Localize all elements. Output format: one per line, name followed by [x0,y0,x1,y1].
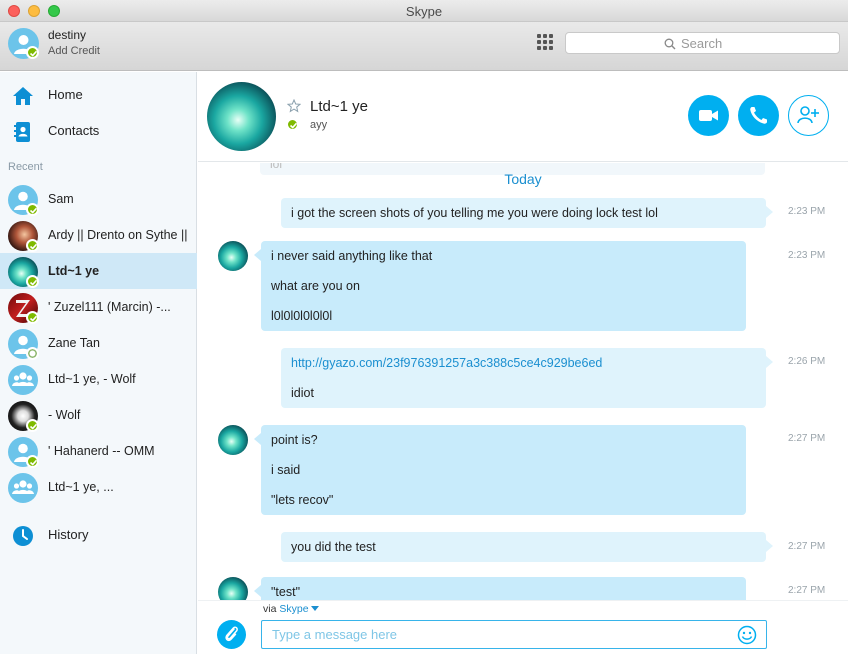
dialpad-icon[interactable] [537,34,553,50]
online-status-icon [26,239,39,252]
contact-name: Ardy || Drento on Sythe || [48,228,188,242]
sender-avatar[interactable] [218,425,248,455]
sidebar-item-label: Home [48,87,83,102]
attach-file-button[interactable] [217,620,246,649]
contacts-book-icon [14,122,30,142]
group-avatar [8,365,38,395]
contact-name: Ltd~1 ye, ... [48,480,114,494]
recent-group[interactable]: Ltd~1 ye, ... [0,469,197,505]
profile-header: destiny Add Credit Search [0,22,848,71]
message-timestamp: 2:27 PM [788,585,826,596]
contact-name: Zane Tan [48,336,100,350]
video-call-button[interactable] [688,95,729,136]
window-title: Skype [405,4,443,19]
message-text: point is? [271,433,318,447]
contact-name: ' Zuzel111 (Marcin) -... [48,300,171,314]
online-status-icon [26,203,39,216]
online-status-icon [26,311,39,324]
contact-name: - Wolf [48,408,81,422]
emoticon-icon[interactable] [737,625,757,645]
outgoing-message[interactable]: http://gyazo.com/23f976391257a3c388c5ce4… [281,348,773,408]
conversation-title: Ltd~1 ye [310,98,368,115]
sidebar-item-label: Contacts [48,123,100,138]
group-icon [12,480,34,494]
group-avatar [8,473,38,503]
recent-contact[interactable]: ' Hahanerd -- OMM [0,433,197,469]
recent-contact[interactable]: Sam [0,181,197,217]
group-icon [12,372,34,386]
add-person-icon [797,106,819,124]
sidebar: Home Contacts Recent Sam Ardy || Drento … [0,72,197,654]
message-timestamp: 2:26 PM [788,356,826,367]
incoming-message[interactable]: "test" [254,577,746,600]
message-timestamp: 2:23 PM [788,206,826,217]
search-field[interactable]: Search [565,32,840,54]
message-timestamp: 2:27 PM [788,541,826,552]
my-presence-icon [26,46,39,59]
message-text: what are you on [271,279,360,293]
contact-name: ' Hahanerd -- OMM [48,444,155,458]
message-text: "test" [271,585,301,599]
online-status-icon [286,118,299,131]
online-status-icon [26,455,39,468]
message-text: "lets recov" [271,493,334,507]
audio-call-button[interactable] [738,95,779,136]
sidebar-item-history[interactable]: History [0,517,197,553]
date-divider: Today [504,171,542,187]
message-text: idiot [291,386,314,400]
search-icon [664,38,676,49]
contact-name: Ltd~1 ye [48,264,100,278]
via-prefix: via [263,603,277,615]
message-timestamp: 2:23 PM [788,250,826,261]
chevron-down-icon[interactable] [311,606,320,612]
sender-avatar[interactable] [218,241,248,271]
via-service[interactable]: Skype [279,603,308,615]
message-text: i said [271,463,301,477]
video-camera-icon [699,110,718,121]
online-status-icon [26,275,39,288]
clock-icon [13,526,33,546]
sender-avatar[interactable] [218,577,248,600]
search-placeholder: Search [681,36,723,51]
incoming-message[interactable]: point is? i said "lets recov" [254,425,746,515]
title-bar: Skype [0,0,848,22]
message-text: i got the screen shots of you telling me… [291,206,658,220]
home-icon [13,87,33,105]
conversation-header: Ltd~1 ye ayy [198,72,848,162]
recent-contact[interactable]: - Wolf [0,397,197,433]
send-via-selector[interactable]: via Skype [263,603,320,615]
sidebar-item-label: History [48,527,89,542]
add-credit-link[interactable]: Add Credit [48,45,100,57]
recent-contact[interactable]: Ardy || Drento on Sythe || [0,217,197,253]
outgoing-message[interactable]: i got the screen shots of you telling me… [281,198,773,228]
recent-contact[interactable]: Zane Tan [0,325,197,361]
recent-contact[interactable]: ' Zuzel111 (Marcin) -... [0,289,197,325]
mood-message: ayy [310,119,328,131]
add-participant-button[interactable] [788,95,829,136]
incoming-message[interactable]: i never said anything like that what are… [254,241,746,331]
message-text: you did the test [291,540,376,554]
online-status-icon [26,419,39,432]
recent-contact-selected[interactable]: Ltd~1 ye [0,253,197,289]
sidebar-item-home[interactable]: Home [0,77,197,113]
sidebar-item-contacts[interactable]: Contacts [0,113,197,149]
message-input[interactable] [261,620,767,649]
recent-group[interactable]: Ltd~1 ye, - Wolf [0,361,197,397]
message-text: i never said anything like that [271,249,433,263]
phone-icon [750,107,767,124]
my-display-name[interactable]: destiny [48,28,86,42]
contact-name: Sam [48,192,74,206]
message-list[interactable]: lol Today i got the screen shots of you … [198,163,848,600]
offline-status-icon [26,347,39,360]
paperclip-icon [225,626,238,642]
conversation-avatar[interactable] [207,82,276,151]
outgoing-message[interactable]: you did the test [281,532,773,562]
contact-name: Ltd~1 ye, - Wolf [48,372,136,386]
message-text: l0l0l0l0l0l0l [271,309,333,323]
message-link[interactable]: http://gyazo.com/23f976391257a3c388c5ce4… [291,348,756,378]
favorite-star-icon[interactable] [287,99,301,113]
message-timestamp: 2:27 PM [788,433,826,444]
recent-section-header: Recent [8,161,43,173]
